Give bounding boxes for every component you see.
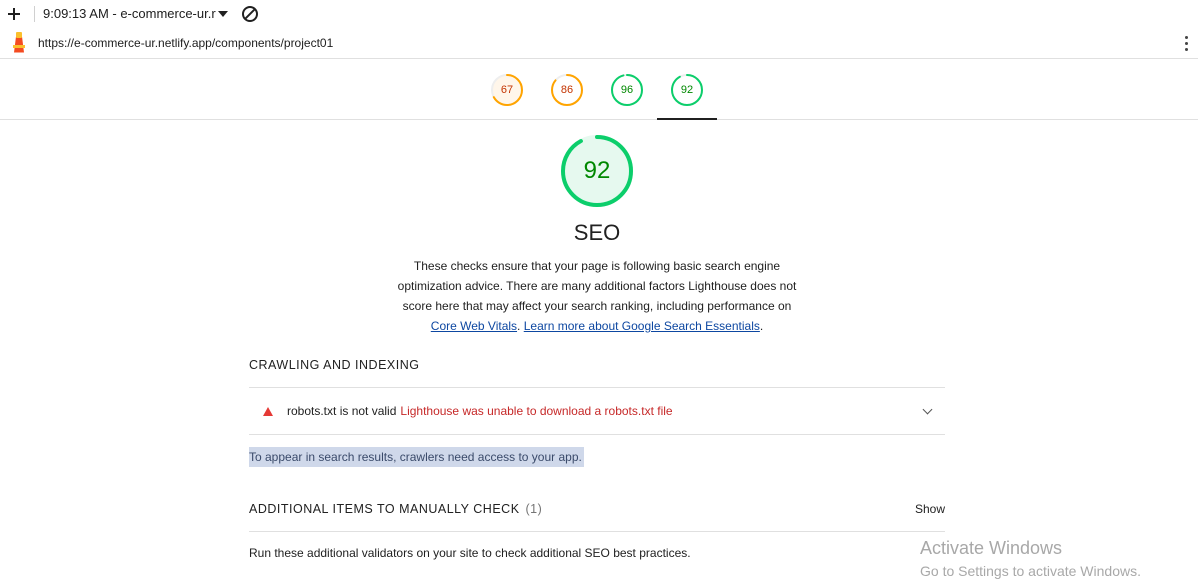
learn-more-link[interactable]: Learn more about Google Search Essential… — [524, 319, 760, 333]
devtools-topbar: 9:09:13 AM - e-commerce-ur.r — [0, 0, 1198, 27]
lighthouse-logo-icon — [8, 31, 30, 55]
category-title: SEO — [573, 220, 621, 245]
show-button[interactable]: Show — [900, 502, 945, 516]
activate-windows-subtitle: Go to Settings to activate Windows. — [920, 563, 1141, 579]
link-end: . — [759, 319, 764, 333]
chevron-down-icon[interactable] — [922, 404, 933, 415]
active-tab-indicator — [657, 118, 717, 120]
gauge-accessibility[interactable]: 86 — [550, 73, 584, 107]
gauge-performance[interactable]: 67 — [490, 73, 524, 107]
audit-robots-txt[interactable]: robots.txt is not valid Lighthouse was u… — [249, 388, 945, 434]
warning-triangle-icon — [263, 406, 273, 416]
divider — [34, 5, 35, 22]
category-description: These checks ensure that your page is fo… — [390, 256, 804, 336]
caret-down-icon — [217, 11, 228, 17]
crawling-hint: To appear in search results, crawlers ne… — [249, 447, 584, 467]
seo-score-value: 92 — [583, 157, 611, 184]
gauge-seo[interactable]: 92 — [670, 73, 704, 107]
plus-icon[interactable] — [3, 3, 25, 25]
report-selector-label: 9:09:13 AM - e-commerce-ur.r — [43, 6, 216, 21]
crawling-section-title: CRAWLING AND INDEXING — [249, 358, 420, 372]
divider — [249, 531, 945, 532]
audit-title: robots.txt is not valid — [287, 404, 397, 418]
activate-windows-title: Activate Windows — [920, 538, 1063, 558]
link-separator: . — [517, 319, 521, 333]
gauge-score: 86 — [560, 84, 574, 96]
category-description-text: These checks ensure that your page is fo… — [397, 259, 797, 313]
audit-error: Lighthouse was unable to download a robo… — [400, 404, 673, 418]
gauge-score: 67 — [500, 84, 514, 96]
manual-section-count: (1) — [525, 502, 543, 516]
manual-description: Run these additional validators on your … — [249, 546, 691, 560]
report-selector[interactable]: 9:09:13 AM - e-commerce-ur.r — [43, 6, 228, 21]
clear-icon[interactable] — [241, 5, 258, 22]
score-gauges-row: 67 86 96 92 — [0, 59, 1198, 120]
more-options-icon[interactable] — [1185, 36, 1189, 52]
gauge-score: 96 — [620, 84, 634, 96]
manual-section-label: ADDITIONAL ITEMS TO MANUALLY CHECK — [249, 502, 520, 516]
gauge-score: 92 — [680, 84, 694, 96]
seo-score-gauge: 92 — [560, 134, 634, 208]
report-url-bar: https://e-commerce-ur.netlify.app/compon… — [0, 27, 1198, 59]
divider — [249, 434, 945, 435]
gauge-best-practices[interactable]: 96 — [610, 73, 644, 107]
core-web-vitals-link[interactable]: Core Web Vitals — [431, 319, 517, 333]
report-url[interactable]: https://e-commerce-ur.netlify.app/compon… — [38, 36, 333, 50]
manual-section-title[interactable]: ADDITIONAL ITEMS TO MANUALLY CHECK (1) — [249, 502, 542, 516]
